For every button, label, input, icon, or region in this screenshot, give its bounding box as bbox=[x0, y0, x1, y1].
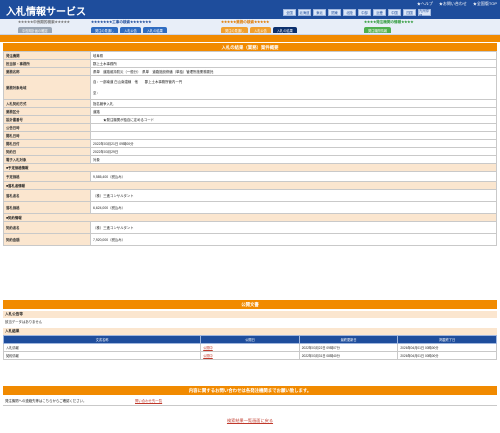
document-link[interactable]: 公開中 bbox=[203, 354, 213, 358]
contact-text: 発注機関への連絡先等はこちらからご確認ください。 bbox=[5, 399, 87, 403]
nav-group-long-term: ★★★★★中長期的検索★★★★★ 中長期計画の確認 bbox=[18, 20, 70, 33]
table-row: 公告日時 bbox=[3, 123, 497, 132]
contact-list-link[interactable]: 問い合わせ先一覧 bbox=[133, 397, 164, 404]
table-row: 発注機関 岐阜県 bbox=[3, 51, 497, 60]
table-row: 落札者名 （株）三進コンサルタント bbox=[3, 189, 497, 202]
region-tab[interactable]: 北海道 bbox=[298, 9, 311, 16]
tab-long-term-plan[interactable]: 中長期計画の確認 bbox=[18, 27, 52, 33]
table-row: 予定価格 9,585,400（税込み） bbox=[3, 171, 497, 182]
detail-table: 発注機関 岐阜県 担当部・事務所 郡上土木事務所 業務名称 県単 道路維持防災（… bbox=[3, 51, 497, 246]
tab-construction-results[interactable]: 入札の結果 bbox=[142, 27, 167, 33]
region-tab[interactable]: 四国 bbox=[403, 9, 416, 16]
nav-group-label: 業務の検索 bbox=[236, 20, 255, 24]
nav-group-agency: ★★★★発注機関の情報★★★★ 発注機関情報 bbox=[364, 20, 414, 33]
tab-construction-notice[interactable]: 入札公告 bbox=[120, 27, 141, 33]
results-heading: 入札結果 bbox=[3, 328, 497, 335]
region-tab[interactable]: 東北 bbox=[313, 9, 326, 16]
site-title: 入札情報サービス bbox=[6, 7, 86, 18]
table-row: 業務対象地域 自：一部南道 白山南濃線 他 郡上土木事務所管内一円 至： bbox=[3, 75, 497, 100]
documents-table: 文書名称 公開日 最終更新日 掲載終了日 入札情報 公開中 2022年03月22… bbox=[2, 335, 497, 360]
table-row: 契約者名 （株）三進コンサルタント bbox=[3, 221, 497, 234]
table-row: 契約情報 公開中 2022年03月31日 08時40分 2026年04月01日 … bbox=[2, 351, 497, 360]
tab-services-results[interactable]: 入札の結果 bbox=[272, 27, 297, 33]
contact-row: 発注機関への連絡先等はこちらからご確認ください。 問い合わせ先一覧 bbox=[3, 396, 497, 406]
public-docs-title: 公開文書 bbox=[3, 300, 497, 309]
region-tab[interactable]: 中国 bbox=[388, 9, 401, 16]
table-row: 落札価格 6,624,000（税込み） bbox=[3, 201, 497, 214]
table-row: 電子入札対象 対象 bbox=[3, 155, 497, 164]
table-row: 業務名称 県単 道路維持防災（一般分） 県単 道路施設修繕（単独）管理所施業務委… bbox=[3, 67, 497, 76]
tab-agency-info[interactable]: 発注機関情報 bbox=[364, 27, 392, 33]
tab-construction-outlook[interactable]: 発注の見通し bbox=[91, 27, 119, 33]
table-row: 入札情報 公開中 2022年03月22日 09時07分 2026年04月01日 … bbox=[2, 343, 497, 352]
table-header-row: 文書名称 公開日 最終更新日 掲載終了日 bbox=[2, 335, 497, 344]
region-tab[interactable]: 関東 bbox=[328, 9, 341, 16]
document-link[interactable]: 公開中 bbox=[203, 346, 213, 350]
table-row: 設計書番号 ★発注機関が独自に定めるコード bbox=[3, 115, 497, 124]
region-tab[interactable]: 北陸 bbox=[343, 9, 356, 16]
divider-bar bbox=[0, 35, 500, 42]
table-row: 業務区分 道路 bbox=[3, 107, 497, 116]
tab-services-notice[interactable]: 入札公告 bbox=[250, 27, 271, 33]
nav-group-services: ★★★★★業務の検索★★★★★ 発注の見通し 入札公告 入札の結果 bbox=[221, 20, 297, 33]
nav-group-label: 工事の検索 bbox=[112, 20, 131, 24]
search-nav: ★★★★★中長期的検索★★★★★ 中長期計画の確認 ★★★★★★★工事の検索★★… bbox=[0, 19, 500, 35]
table-row: 契約金額 7,920,000（税込み） bbox=[3, 233, 497, 246]
top-links: ★ヘルプ ★お問い合わせ ★全国版TOP bbox=[417, 1, 497, 7]
notice-heading: 入札公告等 bbox=[3, 311, 497, 318]
subsection-header: ■落札者情報 bbox=[3, 181, 497, 190]
help-link[interactable]: ★ヘルプ bbox=[417, 1, 433, 7]
public-docs-section: 入札公告等 該当データはありません 入札結果 文書名称 公開日 最終更新日 掲載… bbox=[2, 311, 497, 360]
table-row: 開札日付 2022年03月21日 09時00分 bbox=[3, 139, 497, 148]
subsection-header: ■契約情報 bbox=[3, 213, 497, 222]
region-tab[interactable]: 近畿 bbox=[373, 9, 386, 16]
tab-services-outlook[interactable]: 発注の見通し bbox=[221, 27, 249, 33]
region-tab[interactable]: 全国 bbox=[283, 9, 296, 16]
nav-group-label: 発注機関の情報 bbox=[376, 20, 402, 24]
region-tabs: 全国 北海道 東北 関東 北陸 中部 近畿 中国 四国 九州沖縄 bbox=[283, 9, 431, 18]
national-top-link[interactable]: ★全国版TOP bbox=[473, 1, 497, 7]
no-data-text: 該当データはありません bbox=[5, 320, 43, 324]
back-to-results-link[interactable]: 検索結果一覧画面に戻る bbox=[0, 418, 500, 424]
region-tab[interactable]: 九州沖縄 bbox=[418, 9, 431, 18]
nav-group-label: 中長期的検索 bbox=[33, 20, 55, 24]
header-bar: 入札情報サービス ★ヘルプ ★お問い合わせ ★全国版TOP 全国 北海道 東北 … bbox=[0, 0, 500, 19]
table-row: 入札契約方式 指名競争入札 bbox=[3, 99, 497, 108]
table-row: 開札日時 bbox=[3, 131, 497, 140]
region-tab[interactable]: 中部 bbox=[358, 9, 371, 16]
table-row: 担当部・事務所 郡上土木事務所 bbox=[3, 59, 497, 68]
subsection-header: ■予定価格情報 bbox=[3, 163, 497, 172]
table-row: 契約日 2022年03月29日 bbox=[3, 147, 497, 156]
contact-title: 内容に関するお問い合わせは各発注機関までお願い致します。 bbox=[3, 386, 497, 395]
nav-group-construction: ★★★★★★★工事の検索★★★★★★★ 発注の見通し 入札公告 入札の結果 bbox=[91, 20, 167, 33]
contact-link[interactable]: ★お問い合わせ bbox=[439, 1, 467, 7]
